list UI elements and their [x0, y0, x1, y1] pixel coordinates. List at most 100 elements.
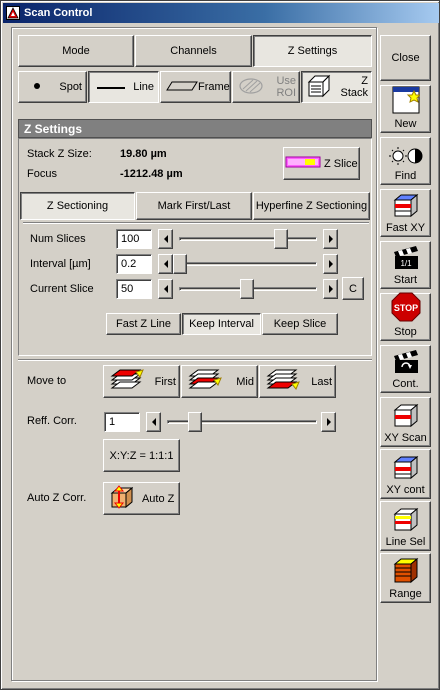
z-slice-button[interactable]: Z Slice: [283, 147, 360, 180]
spot-icon: [33, 81, 41, 93]
num-slices-input[interactable]: 100: [116, 229, 152, 249]
cont-button[interactable]: Cont.: [380, 345, 431, 393]
stop-sign-text: STOP: [393, 303, 417, 313]
fast-z-line-button[interactable]: Fast Z Line: [106, 313, 181, 335]
xy-scan-icon: [392, 400, 420, 431]
c-button-label: C: [349, 282, 357, 295]
tab-z-settings[interactable]: Z Settings: [253, 35, 372, 67]
clapper-counter: 1/1: [400, 259, 412, 268]
roi-icon: [238, 76, 264, 99]
fast-xy-label: Fast XY: [385, 222, 426, 234]
interval-thumb[interactable]: [173, 254, 187, 274]
stack-z-size-label: Stack Z Size:: [27, 148, 92, 160]
line-sel-icon: [392, 504, 420, 535]
subtab-z-sectioning[interactable]: Z Sectioning: [20, 192, 135, 220]
auto-z-corr-label: Auto Z Corr.: [27, 492, 87, 504]
spot-mode-button[interactable]: Spot: [18, 71, 87, 103]
line-sel-button[interactable]: Line Sel: [380, 501, 431, 551]
find-icon: [388, 146, 423, 169]
find-button[interactable]: Find: [380, 137, 431, 185]
auto-z-icon: [109, 485, 134, 512]
reff-corr-increment[interactable]: [321, 412, 336, 432]
range-button[interactable]: Range: [380, 553, 431, 603]
stop-button[interactable]: STOP Stop: [380, 292, 431, 341]
xy-cont-button[interactable]: XY cont: [380, 449, 431, 499]
reff-corr-decrement[interactable]: [146, 412, 161, 432]
move-to-label: Move to: [27, 375, 67, 387]
subtab-hyperfine[interactable]: Hyperfine Z Sectioning: [253, 192, 370, 220]
xyz-ratio-label: X:Y:Z = 1:1:1: [109, 449, 174, 462]
z-stack-label: Z Stack: [340, 75, 368, 99]
num-slices-increment[interactable]: [323, 229, 338, 249]
keep-slice-label: Keep Slice: [273, 318, 327, 330]
tab-z-settings-label: Z Settings: [287, 45, 338, 57]
scan-control-window: Scan Control Mode Channels Z Settings Sp…: [0, 0, 440, 690]
fast-xy-icon: [392, 190, 420, 221]
stop-sign-icon: STOP: [391, 292, 421, 325]
use-roi-button[interactable]: Use ROI: [232, 71, 300, 103]
z-settings-header-label: Z Settings: [24, 121, 83, 136]
keep-interval-label: Keep Interval: [189, 318, 254, 330]
move-last-label: Last: [311, 375, 332, 388]
interval-increment[interactable]: [323, 254, 338, 274]
xy-scan-button[interactable]: XY Scan: [380, 397, 431, 447]
focus-label: Focus: [27, 168, 57, 180]
interval-track[interactable]: [179, 262, 317, 266]
interval-input[interactable]: 0.2: [116, 254, 152, 274]
auto-z-label: Auto Z: [141, 492, 175, 505]
num-slices-decrement[interactable]: [158, 229, 173, 249]
num-slices-track[interactable]: [179, 237, 317, 241]
stack-mid-icon: [188, 368, 222, 395]
z-slice-icon: [285, 156, 321, 171]
z-stack-button[interactable]: Z Stack: [301, 71, 372, 103]
fast-xy-button[interactable]: Fast XY: [380, 189, 431, 237]
stack-last-icon: [266, 368, 300, 395]
new-button[interactable]: New: [380, 85, 431, 133]
range-label: Range: [389, 588, 422, 600]
current-slice-increment[interactable]: [323, 279, 338, 299]
num-slices-label: Num Slices: [30, 233, 86, 245]
close-button[interactable]: Close: [380, 35, 431, 81]
new-window-icon: [392, 86, 421, 117]
move-first-button[interactable]: First: [103, 365, 180, 398]
interval-decrement[interactable]: [158, 254, 173, 274]
frame-icon: [166, 81, 198, 94]
title-bar[interactable]: Scan Control: [3, 3, 439, 23]
current-slice-label: Current Slice: [30, 283, 94, 295]
lower-divider: [18, 359, 372, 361]
start-label: Start: [393, 274, 418, 286]
subtab-mark-first-last[interactable]: Mark First/Last: [136, 192, 252, 220]
xy-cont-label: XY cont: [386, 484, 425, 496]
move-mid-button[interactable]: Mid: [181, 365, 258, 398]
keep-slice-button[interactable]: Keep Slice: [262, 313, 338, 335]
reff-corr-label: Reff. Corr.: [27, 415, 77, 427]
focus-value: -1212.48 µm: [120, 168, 183, 180]
subtab-z-sectioning-label: Z Sectioning: [46, 200, 109, 212]
num-slices-thumb[interactable]: [274, 229, 288, 249]
keep-interval-button[interactable]: Keep Interval: [182, 313, 261, 335]
z-stack-icon: [307, 74, 331, 101]
reff-corr-thumb[interactable]: [188, 412, 202, 432]
find-label: Find: [394, 170, 417, 182]
frame-mode-button[interactable]: Frame: [160, 71, 231, 103]
line-icon: [97, 81, 125, 93]
line-mode-button[interactable]: Line: [88, 71, 159, 103]
current-slice-thumb[interactable]: [240, 279, 254, 299]
move-last-button[interactable]: Last: [259, 365, 336, 398]
auto-z-button[interactable]: Auto Z: [103, 482, 180, 515]
stack-first-icon: [110, 368, 144, 395]
frame-mode-label: Frame: [198, 81, 230, 93]
line-sel-label: Line Sel: [385, 536, 426, 548]
reff-corr-input[interactable]: 1: [104, 412, 140, 432]
xyz-ratio-button[interactable]: X:Y:Z = 1:1:1: [103, 439, 180, 472]
tab-mode[interactable]: Mode: [18, 35, 134, 67]
current-slice-input[interactable]: 50: [116, 279, 152, 299]
tab-channels[interactable]: Channels: [135, 35, 252, 67]
z-settings-header: Z Settings: [18, 119, 372, 138]
start-button[interactable]: 1/1 Start: [380, 241, 431, 289]
subtab-hyperfine-label: Hyperfine Z Sectioning: [255, 200, 368, 212]
c-button[interactable]: C: [342, 277, 364, 300]
current-slice-decrement[interactable]: [158, 279, 173, 299]
subtab-divider: [23, 222, 369, 224]
subtab-mark-first-last-label: Mark First/Last: [157, 200, 231, 212]
